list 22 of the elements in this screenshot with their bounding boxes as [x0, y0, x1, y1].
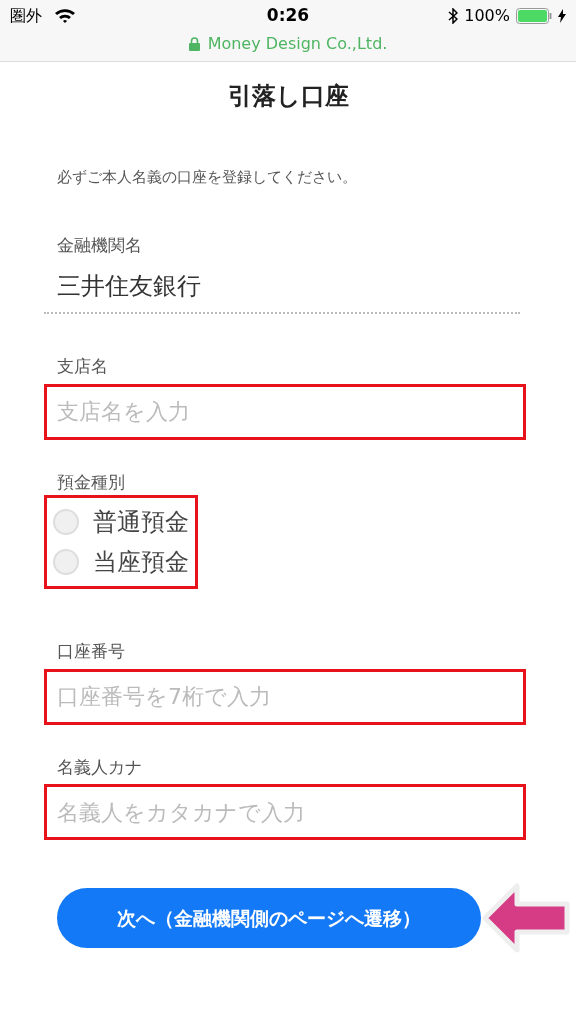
charging-icon — [558, 9, 566, 23]
carrier-text: 圏外 — [10, 5, 42, 27]
battery-text: 100% — [464, 5, 510, 27]
field-label: 支店名 — [56, 355, 109, 378]
page-title: 引落し口座 — [227, 81, 349, 112]
bluetooth-icon — [448, 8, 459, 24]
lock-icon — [188, 37, 200, 51]
wifi-icon — [54, 8, 76, 24]
site-address: Money Design Co.,Ltd. — [207, 33, 388, 55]
field-label: 預金種別 — [56, 470, 126, 494]
field-label: 名義人カナ — [56, 755, 143, 779]
radio-label: 普通預金 — [93, 507, 189, 538]
clock-text: 0:26 — [266, 4, 310, 28]
radio-button[interactable] — [53, 549, 79, 575]
radio-label: 当座預金 — [93, 547, 189, 578]
field-label: 口座番号 — [56, 640, 126, 663]
notice-text: 必ずご本人名義の口座を登録してください。 — [57, 167, 358, 188]
radio-button[interactable] — [53, 509, 79, 535]
field-label: 金融機関名 — [56, 233, 143, 257]
next-button[interactable]: 次へ（金融機関側のページへ遷移） — [57, 888, 481, 948]
battery-icon — [516, 8, 552, 24]
bank-name: 三井住友銀行 — [44, 258, 520, 314]
